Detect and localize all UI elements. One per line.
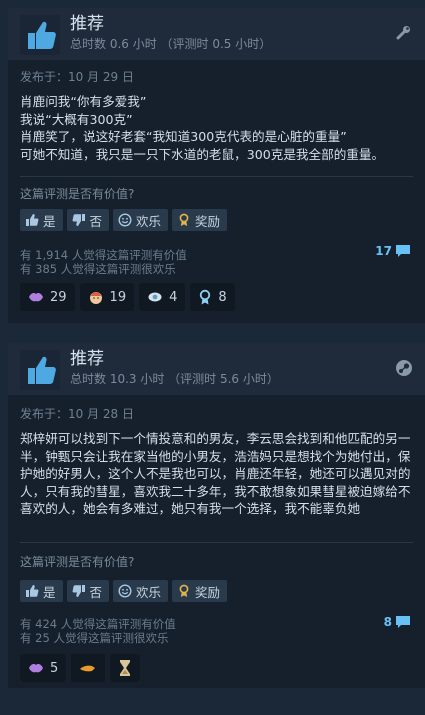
review-card: 推荐 总时数 10.3 小时 （评测时 5.6 小时） 发布于：10 月 28 …: [8, 343, 425, 688]
funny-count: 有 25 人觉得这篇评测很欢乐: [20, 631, 169, 645]
hand-icon: [80, 665, 96, 672]
vote-buttons: 是 否 欢乐 奖励: [20, 580, 228, 602]
award-badge[interactable]: 8: [190, 283, 235, 311]
award-list: 29 19 4 8: [20, 283, 235, 311]
comments-link[interactable]: 17: [375, 244, 411, 258]
vote-funny-button[interactable]: 欢乐: [113, 209, 169, 231]
eye-icon: [148, 292, 162, 302]
recommendation-label: 推荐: [70, 14, 104, 34]
review-header: 推荐 总时数 0.6 小时 （评测时 0.5 小时）: [8, 8, 425, 60]
helpful-count: 有 424 人觉得这篇评测有价值: [20, 617, 176, 631]
comments-link[interactable]: 8: [384, 615, 411, 629]
award-badge[interactable]: 4: [139, 283, 186, 311]
review-text: 郑梓妍可以找到下一个情投意和的男友，李云思会找到和他匹配的另一半，钟甄只会让我在…: [20, 431, 411, 516]
award-icon: [179, 584, 189, 597]
vote-yes-button[interactable]: 是: [20, 209, 63, 231]
thumbs-up-icon: [26, 214, 39, 226]
thumbs-up-icon: [20, 15, 60, 55]
recommendation-label: 推荐: [70, 349, 104, 369]
award-badge[interactable]: 29: [20, 283, 75, 311]
purple-lips-icon: [29, 293, 43, 302]
helpful-question: 这篇评测是否有价值?: [20, 187, 135, 201]
award-badge[interactable]: 19: [79, 283, 135, 311]
thumbs-down-icon: [72, 585, 85, 597]
award-badge[interactable]: [110, 654, 141, 682]
vote-no-button[interactable]: 否: [66, 580, 110, 602]
hourglass-icon: [120, 660, 131, 676]
purple-lips-icon: [29, 664, 43, 673]
vote-no-button[interactable]: 否: [66, 209, 110, 231]
divider: [20, 542, 413, 543]
helpful-count: 有 1,914 人觉得这篇评测有价值: [20, 248, 187, 262]
helpful-question: 这篇评测是否有价值?: [20, 555, 135, 569]
face-icon: [89, 292, 102, 304]
review-header: 推荐 总时数 10.3 小时 （评测时 5.6 小时）: [8, 343, 425, 395]
award-list: 5: [20, 654, 141, 682]
smiley-icon: [118, 584, 132, 598]
review-card: 推荐 总时数 0.6 小时 （评测时 0.5 小时） 发布于：10 月 29 日…: [8, 8, 425, 323]
playtime-text: 总时数 0.6 小时 （评测时 0.5 小时）: [70, 37, 272, 51]
thumbs-up-icon: [26, 585, 39, 597]
comment-bubble-icon: [396, 616, 410, 628]
divider: [20, 176, 413, 177]
wrench-icon: [395, 24, 413, 42]
posted-date: 发布于：10 月 29 日: [20, 70, 134, 84]
thumbs-up-icon: [20, 350, 60, 390]
posted-date: 发布于：10 月 28 日: [20, 407, 134, 421]
vote-buttons: 是 否 欢乐 奖励: [20, 209, 228, 231]
award-icon: [179, 213, 189, 226]
playtime-text: 总时数 10.3 小时 （评测时 5.6 小时）: [70, 372, 279, 386]
medal-icon: [200, 289, 211, 305]
comment-bubble-icon: [396, 245, 410, 257]
smiley-icon: [118, 213, 132, 227]
award-button[interactable]: 奖励: [172, 580, 228, 602]
award-button[interactable]: 奖励: [172, 209, 228, 231]
thumbs-down-icon: [72, 214, 85, 226]
review-text: 肖鹿问我“你有多爱我” 我说“大概有300克” 肖鹿笑了，说这好老套“我知道30…: [20, 94, 385, 162]
award-badge[interactable]: [71, 654, 106, 682]
vote-funny-button[interactable]: 欢乐: [113, 580, 169, 602]
award-badge[interactable]: 5: [20, 654, 67, 682]
funny-count: 有 385 人觉得这篇评测很欢乐: [20, 262, 176, 276]
vote-yes-button[interactable]: 是: [20, 580, 63, 602]
steam-icon: [395, 359, 413, 377]
